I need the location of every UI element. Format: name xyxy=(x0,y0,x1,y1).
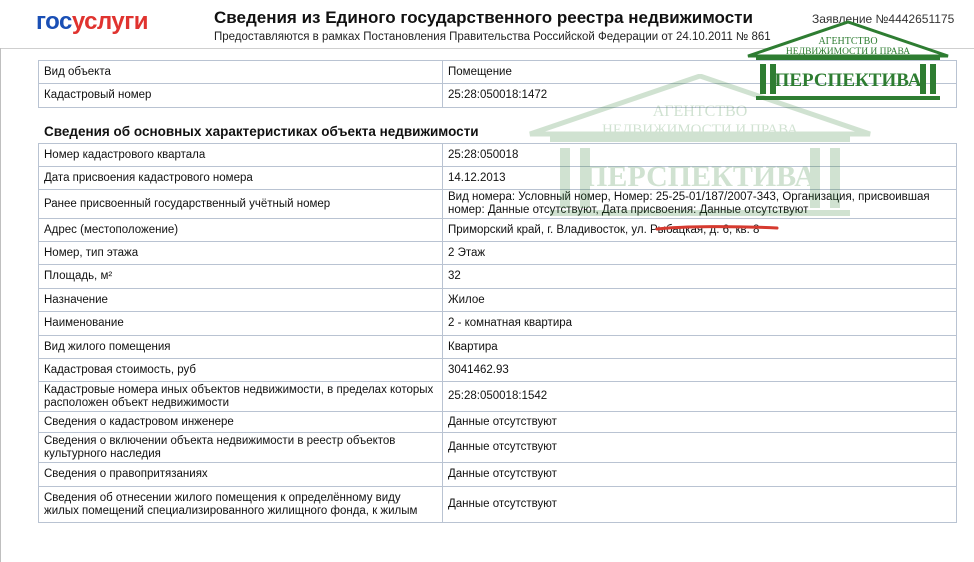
row-label: Сведения о кадастровом инженере xyxy=(38,411,443,433)
row-label: Ранее присвоенный государственный учётны… xyxy=(38,189,443,219)
row-value: Данные отсутствуют xyxy=(442,462,957,487)
row-label: Вид объекта xyxy=(38,60,443,84)
row-value: Жилое xyxy=(442,288,957,312)
watermark-name: ПЕРСПЕКТИВА xyxy=(584,160,816,193)
row-label: Назначение xyxy=(38,288,443,312)
row-label: Кадастровые номера иных объектов недвижи… xyxy=(38,381,443,412)
row-value: 3041462.93 xyxy=(442,358,957,382)
row-value: 25:28:050018:1542 xyxy=(442,381,957,412)
logo-name: ПЕРСПЕКТИВА xyxy=(775,70,922,91)
watermark-line2: НЕДВИЖИМОСТИ И ПРАВА xyxy=(602,122,798,138)
table-row: Сведения о кадастровом инженере Данные о… xyxy=(38,411,957,433)
row-label: Сведения об отнесении жилого помещения к… xyxy=(38,486,443,523)
page-title: Сведения из Единого государственного рее… xyxy=(214,8,753,27)
row-label: Сведения о включении объекта недвижимост… xyxy=(38,432,443,463)
redaction-line xyxy=(655,225,779,231)
logo-line1: АГЕНТСТВО xyxy=(818,36,877,47)
logo-part-1: гос xyxy=(36,8,72,35)
section-title: Сведения об основных характеристиках объ… xyxy=(44,124,479,139)
table-row: Вид жилого помещения Квартира xyxy=(38,335,957,359)
row-label: Дата присвоения кадастрового номера xyxy=(38,166,443,190)
gosuslugi-logo[interactable]: госуслуги xyxy=(36,8,149,36)
row-value: Квартира xyxy=(442,335,957,359)
table-row: Сведения об отнесении жилого помещения к… xyxy=(38,486,957,523)
row-label: Наименование xyxy=(38,311,443,336)
table-row: Номер, тип этажа 2 Этаж xyxy=(38,241,957,265)
row-label: Адрес (местоположение) xyxy=(38,218,443,242)
table-row: Сведения о правопритязаниях Данные отсут… xyxy=(38,462,957,487)
table-row: Сведения о включении объекта недвижимост… xyxy=(38,432,957,463)
row-label: Сведения о правопритязаниях xyxy=(38,462,443,487)
row-value: 2 - комнатная квартира xyxy=(442,311,957,336)
agency-logo-small: АГЕНТСТВО НЕДВИЖИМОСТИ И ПРАВА ПЕРСПЕКТИ… xyxy=(747,20,949,100)
table-row: Площадь, м² 32 xyxy=(38,264,957,289)
table-row: Кадастровые номера иных объектов недвижи… xyxy=(38,381,957,412)
row-value: Данные отсутствуют xyxy=(442,432,957,463)
watermark-line1: АГЕНТСТВО xyxy=(653,103,748,120)
document-page: госуслуги Сведения из Единого государств… xyxy=(0,0,974,562)
row-label: Вид жилого помещения xyxy=(38,335,443,359)
row-label: Номер кадастрового квартала xyxy=(38,143,443,167)
logo-line2: НЕДВИЖИМОСТИ И ПРАВА xyxy=(786,47,910,57)
row-label: Кадастровый номер xyxy=(38,83,443,108)
row-value: 2 Этаж xyxy=(442,241,957,265)
logo-part-2: услуги xyxy=(71,8,149,35)
row-value: Данные отсутствуют xyxy=(442,411,957,433)
page-subtitle: Предоставляются в рамках Постановления П… xyxy=(214,31,771,43)
row-label: Кадастровая стоимость, руб xyxy=(38,358,443,382)
table-row: Назначение Жилое xyxy=(38,288,957,312)
row-value: Данные отсутствуют xyxy=(442,486,957,523)
row-value: 32 xyxy=(442,264,957,289)
table-row: Кадастровая стоимость, руб 3041462.93 xyxy=(38,358,957,382)
row-label: Площадь, м² xyxy=(38,264,443,289)
table-row: Наименование 2 - комнатная квартира xyxy=(38,311,957,336)
row-label: Номер, тип этажа xyxy=(38,241,443,265)
left-border xyxy=(0,48,1,562)
